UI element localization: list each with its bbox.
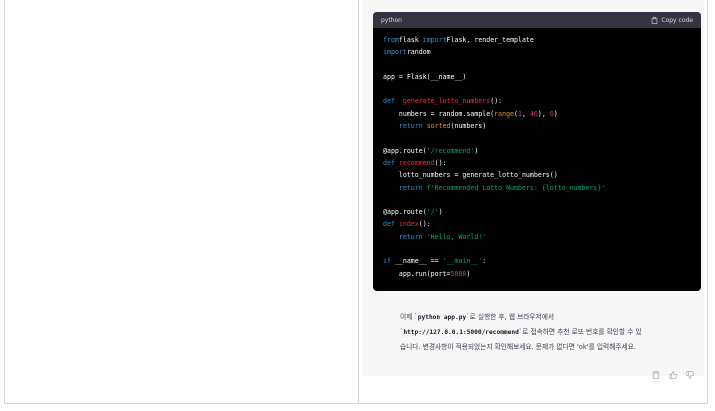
code-token: f'Recommended Lotto Numbers: {lotto_numb…: [426, 183, 606, 192]
message-text: 이제 `python app.py`로 실행한 후, 웹 브라우저에서 `htt…: [400, 310, 710, 355]
code-token: ): [466, 269, 471, 278]
code-token: @app.route(: [383, 208, 427, 217]
code-line: def generate_lotto_numbers():: [383, 95, 691, 107]
message-line: 이제 `python app.py`로 실행한 후, 웹 브라우저에서: [400, 313, 555, 321]
code-token: app.run(port=: [383, 269, 451, 278]
code-line: importrandom: [383, 46, 691, 58]
code-token: numbers = random.sample(: [383, 109, 495, 118]
thumbs-down-icon: [686, 371, 694, 379]
code-token: def: [383, 97, 395, 106]
message-line: 습니다. 변경사항이 적용되었는지 확인해보세요. 문제가 없다면 'ok'를 …: [400, 343, 636, 351]
assistant-message: python Copy code fromflask importFlask, …: [362, 0, 704, 379]
code-line: return sorted(numbers): [383, 120, 691, 132]
code-token: '/recommend': [426, 146, 475, 155]
code-body: fromflask importFlask, render_template im…: [373, 28, 701, 280]
code-token: return: [398, 183, 427, 192]
code-language: python: [381, 16, 402, 24]
code-token: if: [383, 257, 391, 266]
code-line: fromflask importFlask, render_template: [383, 34, 691, 46]
code-token: app = Flask(__name__): [383, 72, 467, 81]
thumbs-down-button[interactable]: [686, 364, 694, 379]
code-line: @app.route('/'): [383, 206, 691, 218]
code-token: index: [398, 220, 419, 229]
left-pane: [5, 0, 358, 403]
code-line: numbers = random.sample(range(1, 46), 6): [383, 108, 691, 120]
message-actions: [652, 364, 694, 379]
chat-pane: python Copy code fromflask importFlask, …: [359, 0, 707, 403]
code-token: generate_lotto_numbers: [402, 97, 491, 106]
code-token: ,: [521, 109, 530, 118]
inline-code: python app.py: [417, 314, 467, 321]
code-line: lotto_numbers = generate_lotto_numbers(): [383, 169, 691, 181]
thumbs-up-icon: [669, 371, 677, 379]
code-token: range: [494, 109, 515, 118]
code-token: ): [474, 146, 479, 155]
code-token: import: [383, 48, 407, 57]
inline-code: http://127.0.0.1:5000/recommend: [403, 329, 519, 336]
copy-code-button[interactable]: Copy code: [651, 17, 693, 24]
clipboard-icon: [652, 371, 660, 379]
thumbs-up-button[interactable]: [669, 364, 677, 379]
code-token: 5000: [450, 269, 467, 278]
code-line: def recommend():: [383, 157, 691, 169]
message-line: `http://127.0.0.1:5000/recommend`로 접속하면 …: [400, 328, 642, 336]
code-token: ): [438, 208, 443, 217]
code-token: ():: [434, 158, 447, 167]
code-token: ),: [537, 109, 550, 118]
code-token: @app.route(: [383, 146, 427, 155]
code-token: random: [406, 48, 431, 57]
code-line: app = Flask(__name__): [383, 71, 691, 83]
clipboard-icon: [652, 16, 658, 24]
code-line: return 'Hello, World!': [383, 231, 691, 243]
code-line: if __name__ == '__main__':: [383, 255, 691, 267]
code-token: __name__ ==: [390, 257, 443, 266]
code-line: @app.route('/recommend'): [383, 145, 691, 157]
code-token: lotto_numbers = generate_lotto_numbers(): [383, 171, 558, 180]
code-token: sorted: [426, 122, 451, 131]
code-token: 'Hello, World!': [426, 232, 487, 241]
code-token: ():: [490, 97, 503, 106]
copy-message-button[interactable]: [652, 364, 660, 379]
code-line: return f'Recommended Lotto Numbers: {lot…: [383, 182, 691, 194]
code-token: flask: [398, 36, 423, 44]
code-line: app.run(port=5000): [383, 268, 691, 280]
code-token: ():: [418, 220, 431, 229]
code-token: '__main__': [442, 257, 483, 266]
copy-code-label: Copy code: [661, 16, 693, 24]
code-token: :: [482, 257, 487, 266]
code-token: recommend: [398, 158, 435, 167]
code-token: return: [398, 122, 427, 131]
code-token: import: [422, 36, 447, 44]
code-token: def: [383, 220, 399, 229]
code-token: (numbers): [450, 122, 487, 131]
code-token: 46: [529, 109, 538, 118]
code-token: return: [398, 232, 427, 241]
code-block: python Copy code fromflask importFlask, …: [373, 12, 701, 291]
code-token: from: [383, 36, 399, 44]
code-header: python Copy code: [373, 12, 701, 28]
code-token: def: [383, 158, 399, 167]
code-token: '/': [426, 208, 439, 217]
code-token: ): [553, 109, 558, 118]
code-line: def index():: [383, 218, 691, 230]
code-token: Flask, render_template: [446, 36, 534, 44]
